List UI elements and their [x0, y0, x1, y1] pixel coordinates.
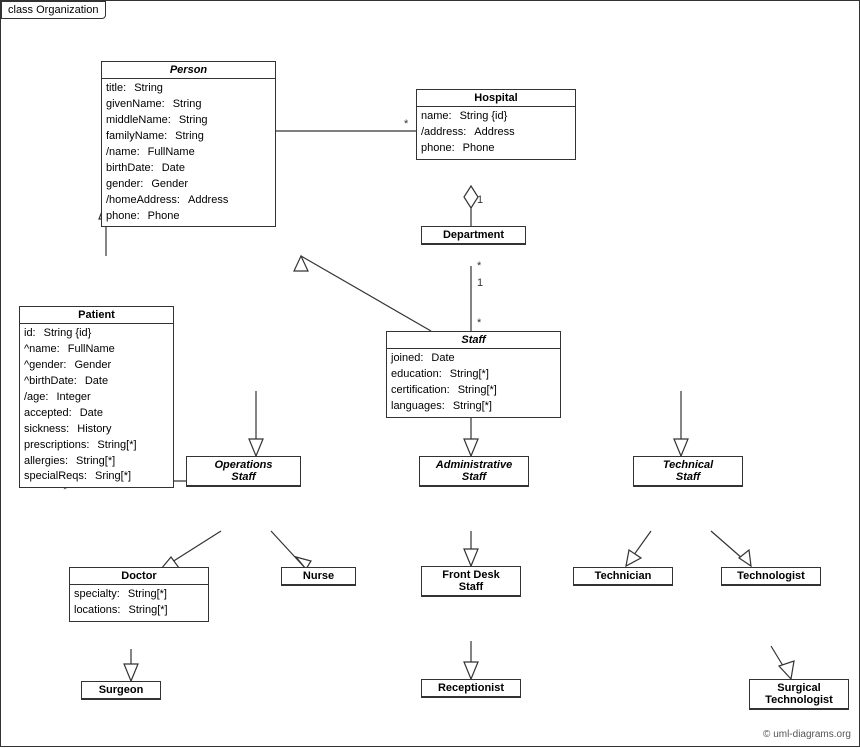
surgeon-header: Surgeon [82, 682, 160, 699]
doctor-header: Doctor [70, 568, 208, 585]
department-class: Department [421, 226, 526, 245]
doctor-body: specialty:String[*] locations:String[*] [70, 585, 208, 621]
svg-text:*: * [404, 118, 409, 130]
ops-staff-class: OperationsStaff [186, 456, 301, 487]
person-body: title:String givenName:String middleName… [102, 79, 275, 226]
hospital-header: Hospital [417, 90, 575, 107]
svg-text:*: * [477, 317, 482, 329]
svg-text:*: * [477, 260, 482, 272]
nurse-class: Nurse [281, 567, 356, 586]
staff-class: Staff joined:Date education:String[*] ce… [386, 331, 561, 418]
staff-body: joined:Date education:String[*] certific… [387, 349, 560, 417]
doctor-class: Doctor specialty:String[*] locations:Str… [69, 567, 209, 622]
ops-staff-header: OperationsStaff [187, 457, 300, 486]
surgical-tech-header: SurgicalTechnologist [750, 680, 848, 709]
svg-text:1: 1 [477, 194, 483, 206]
tech-staff-class: TechnicalStaff [633, 456, 743, 487]
technician-class: Technician [573, 567, 673, 586]
person-header: Person [102, 62, 275, 79]
technologist-class: Technologist [721, 567, 821, 586]
tech-staff-header: TechnicalStaff [634, 457, 742, 486]
admin-staff-class: AdministrativeStaff [419, 456, 529, 487]
diagram-title: class Organization [1, 1, 106, 19]
nurse-header: Nurse [282, 568, 355, 585]
svg-text:1: 1 [477, 277, 483, 289]
uml-diagram: class Organization * * 1 * 1 * * * [0, 0, 860, 747]
technician-header: Technician [574, 568, 672, 585]
hospital-class: Hospital name:String {id} /address:Addre… [416, 89, 576, 160]
patient-class: Patient id:String {id} ^name:FullName ^g… [19, 306, 174, 488]
technologist-header: Technologist [722, 568, 820, 585]
admin-staff-header: AdministrativeStaff [420, 457, 528, 486]
surgeon-class: Surgeon [81, 681, 161, 700]
front-desk-header: Front DeskStaff [422, 567, 520, 596]
copyright: © uml-diagrams.org [763, 729, 851, 740]
surgical-tech-class: SurgicalTechnologist [749, 679, 849, 710]
front-desk-class: Front DeskStaff [421, 566, 521, 597]
person-class: Person title:String givenName:String mid… [101, 61, 276, 227]
receptionist-class: Receptionist [421, 679, 521, 698]
department-header: Department [422, 227, 525, 244]
receptionist-header: Receptionist [422, 680, 520, 697]
staff-header: Staff [387, 332, 560, 349]
hospital-body: name:String {id} /address:Address phone:… [417, 107, 575, 159]
patient-body: id:String {id} ^name:FullName ^gender:Ge… [20, 324, 173, 487]
patient-header: Patient [20, 307, 173, 324]
